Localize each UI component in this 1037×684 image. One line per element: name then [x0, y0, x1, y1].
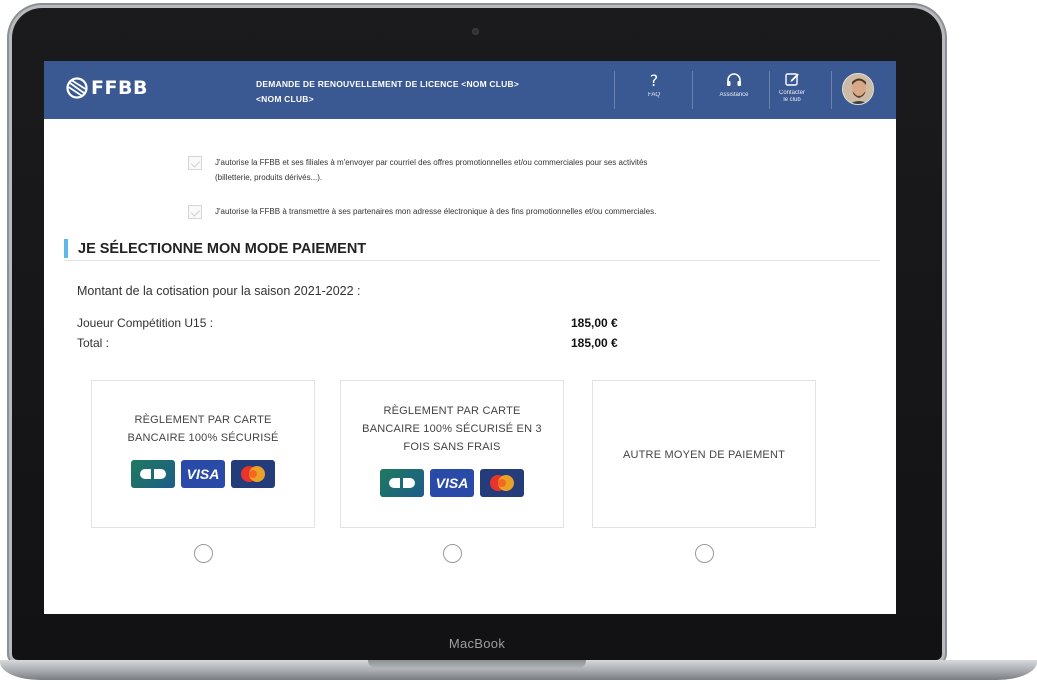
laptop-notch	[368, 660, 586, 669]
consent-partners: J'autorise la FFBB à transmettre à ses p…	[188, 204, 775, 219]
consent-text: J'autorise la FFBB à transmettre à ses p…	[215, 207, 657, 216]
faq-button[interactable]: ? FAQ	[624, 71, 684, 113]
card-logos: VISA	[92, 460, 314, 488]
fee-line-value: 185,00 €	[571, 316, 618, 330]
faq-label: FAQ	[647, 92, 660, 98]
screen: FFBB DEMANDE DE RENOUVELLEMENT DE LICENC…	[44, 61, 896, 614]
payment-option-card[interactable]: RÈGLEMENT PAR CARTE BANCAIRE 100% SÉCURI…	[91, 380, 315, 528]
user-photo-icon	[843, 74, 873, 104]
payment-option-label: RÈGLEMENT PAR CARTE BANCAIRE 100% SÉCURI…	[92, 411, 314, 447]
payment-radio-card-3x[interactable]	[443, 544, 462, 563]
logo-text: FFBB	[91, 77, 148, 99]
consent-checkbox[interactable]	[188, 156, 202, 170]
cb-card-icon	[380, 469, 424, 497]
mastercard-icon	[231, 460, 275, 488]
assistance-label: Assistance	[719, 92, 749, 98]
contact-club-button[interactable]: Contacter le club	[762, 71, 822, 113]
payment-option-line: RÈGLEMENT PAR CARTE	[383, 405, 521, 417]
visa-card-icon: VISA	[430, 469, 474, 497]
ffbb-logo[interactable]: FFBB	[66, 77, 148, 99]
question-icon: ?	[650, 71, 659, 89]
header-divider	[831, 71, 832, 109]
basketball-icon	[66, 77, 88, 99]
payment-option-line: BANCAIRE 100% SÉCURISÉ	[127, 432, 279, 444]
payment-radio-card[interactable]	[194, 544, 213, 563]
consent-text: J'autorise la FFBB et ses filiales à m'e…	[215, 155, 755, 185]
total-label: Total :	[77, 336, 110, 350]
payment-section-title: JE SÉLECTIONNE MON MODE PAIEMENT	[64, 239, 880, 261]
visa-card-icon: VISA	[181, 460, 225, 488]
headset-icon	[727, 73, 741, 86]
payment-option-line: RÈGLEMENT PAR CARTE	[134, 414, 272, 426]
payment-option-card[interactable]: AUTRE MOYEN DE PAIEMENT	[592, 380, 816, 528]
svg-text:?: ?	[650, 71, 659, 89]
app-header: FFBB DEMANDE DE RENOUVELLEMENT DE LICENC…	[44, 61, 896, 119]
edit-icon	[785, 73, 799, 86]
consent-text-line: (billetterie, produits dérivés...).	[215, 173, 323, 182]
payment-option-card[interactable]: RÈGLEMENT PAR CARTE BANCAIRE 100% SÉCURI…	[340, 380, 564, 528]
consent-promo-ffbb: J'autorise la FFBB et ses filiales à m'e…	[188, 155, 755, 185]
contact-club-label-line1: Contacter	[778, 90, 805, 96]
page-title: DEMANDE DE RENOUVELLEMENT DE LICENCE <NO…	[256, 77, 576, 107]
header-divider	[614, 71, 615, 109]
amount-label: Montant de la cotisation pour la saison …	[77, 284, 361, 298]
fee-line-label: Joueur Compétition U15 :	[77, 316, 214, 330]
consent-text-line: J'autorise la FFBB et ses filiales à m'e…	[215, 158, 648, 167]
device-brand-label: MacBook	[448, 636, 506, 651]
webcam	[472, 28, 479, 35]
payment-option-line: FOIS SANS FRAIS	[403, 441, 501, 453]
contact-club-label-line2: le club	[783, 97, 801, 103]
payment-option-label: RÈGLEMENT PAR CARTE BANCAIRE 100% SÉCURI…	[341, 402, 563, 456]
header-divider	[692, 71, 693, 109]
payment-option-label: AUTRE MOYEN DE PAIEMENT	[622, 449, 786, 461]
page-title-line1: DEMANDE DE RENOUVELLEMENT DE LICENCE <NO…	[256, 79, 520, 89]
payment-option-line: BANCAIRE 100% SÉCURISÉ EN 3	[362, 423, 542, 435]
assistance-button[interactable]: Assistance	[704, 71, 764, 113]
consent-checkbox[interactable]	[188, 205, 202, 219]
payment-radio-other[interactable]	[695, 544, 714, 563]
page-title-line2: <NOM CLUB>	[256, 94, 314, 104]
total-value: 185,00 €	[571, 336, 618, 350]
user-avatar[interactable]	[842, 73, 874, 105]
card-logos: VISA	[341, 469, 563, 497]
mastercard-icon	[480, 469, 524, 497]
cb-card-icon	[131, 460, 175, 488]
